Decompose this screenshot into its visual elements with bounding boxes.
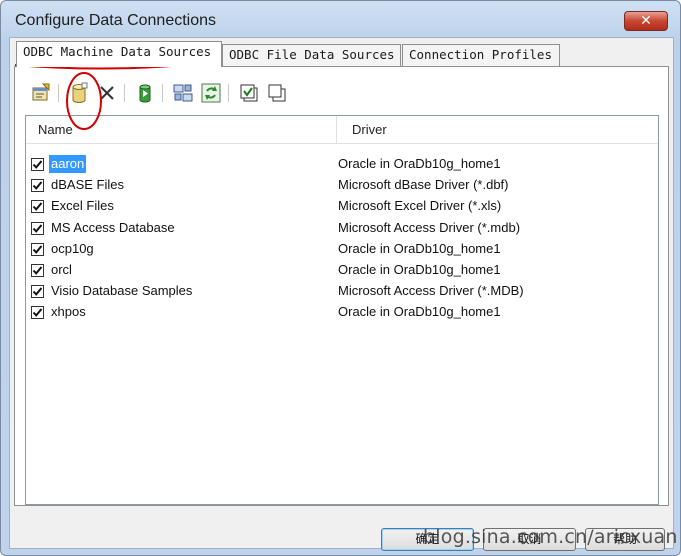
row-driver: Oracle in OraDb10g_home1 — [338, 240, 501, 256]
toolbar-separator — [228, 84, 229, 102]
row-checkbox[interactable] — [31, 221, 44, 235]
list-item[interactable]: orcl Oracle in OraDb10g_home1 — [26, 260, 658, 281]
row-name: xhpos — [51, 304, 86, 320]
dialog-client-area: ODBC Machine Data Sources ODBC File Data… — [9, 37, 674, 551]
add-data-source-icon[interactable] — [67, 81, 91, 105]
tab-connection-profiles[interactable]: Connection Profiles — [402, 44, 560, 66]
window-title: Configure Data Connections — [15, 12, 217, 29]
toolbar-separator — [58, 84, 59, 102]
row-checkbox[interactable] — [31, 285, 44, 299]
row-name: MS Access Database — [51, 219, 175, 235]
column-header-name[interactable]: Name — [38, 116, 73, 144]
row-driver: Oracle in OraDb10g_home1 — [338, 304, 501, 320]
close-button[interactable]: ✕ — [624, 11, 668, 31]
row-checkbox[interactable] — [31, 242, 44, 256]
connect-icon[interactable] — [133, 81, 157, 105]
row-name: Excel Files — [51, 198, 114, 214]
list-item[interactable]: ocp10g Oracle in OraDb10g_home1 — [26, 239, 658, 260]
copy-icon[interactable] — [265, 81, 289, 105]
column-divider[interactable] — [336, 116, 337, 144]
tab-panel: Name Driver aaron Oracle in OraDb10g_home… — [14, 66, 669, 506]
refresh-icon[interactable] — [199, 81, 223, 105]
row-checkbox[interactable] — [31, 306, 44, 320]
list-item[interactable]: Excel Files Microsoft Excel Driver (*.xls… — [26, 196, 658, 217]
list-item[interactable]: aaron Oracle in OraDb10g_home1 — [26, 154, 658, 175]
title-bar[interactable]: Configure Data Connections ✕ — [1, 1, 680, 37]
configure-icon[interactable] — [171, 81, 195, 105]
column-header-driver[interactable]: Driver — [352, 116, 387, 144]
data-sources-list[interactable]: Name Driver aaron Oracle in OraDb10g_home… — [25, 115, 659, 505]
row-driver: Oracle in OraDb10g_home1 — [338, 156, 501, 171]
properties-icon[interactable] — [29, 81, 53, 105]
row-driver: Microsoft Access Driver (*.mdb) — [338, 219, 521, 235]
list-header: Name Driver — [26, 116, 658, 144]
row-checkbox[interactable] — [31, 179, 44, 193]
watermark-text: blog.sina.com.cn/aricxuan — [423, 526, 678, 548]
row-checkbox[interactable] — [31, 158, 44, 171]
tab-odbc-machine-data-sources[interactable]: ODBC Machine Data Sources — [16, 41, 222, 67]
list-item[interactable]: xhpos Oracle in OraDb10g_home1 — [26, 302, 658, 323]
tab-odbc-file-data-sources[interactable]: ODBC File Data Sources — [222, 44, 401, 66]
row-name: Visio Database Samples — [51, 283, 193, 299]
list-item[interactable]: MS Access Database Microsoft Access Drive… — [26, 218, 658, 239]
row-name: orcl — [51, 262, 72, 277]
row-driver: Microsoft dBase Driver (*.dbf) — [338, 177, 509, 193]
row-name: aaron — [49, 155, 87, 173]
list-item[interactable]: Visio Database Samples Microsoft Access D… — [26, 281, 658, 302]
row-driver: Microsoft Access Driver (*.MDB) — [338, 283, 524, 299]
list-item[interactable]: dBASE Files Microsoft dBase Driver (*.dbf… — [26, 175, 658, 196]
row-name: ocp10g — [51, 240, 94, 256]
delete-icon[interactable] — [95, 81, 119, 105]
toolbar-separator — [162, 84, 163, 102]
select-all-icon[interactable] — [237, 81, 261, 105]
row-driver: Oracle in OraDb10g_home1 — [338, 262, 501, 277]
row-driver: Microsoft Excel Driver (*.xls) — [338, 198, 502, 214]
row-checkbox[interactable] — [31, 200, 44, 214]
row-checkbox[interactable] — [31, 264, 44, 277]
dialog-window: Configure Data Connections ✕ ODBC Machin… — [0, 0, 681, 556]
toolbar-separator — [124, 84, 125, 102]
row-name: dBASE Files — [51, 177, 124, 193]
